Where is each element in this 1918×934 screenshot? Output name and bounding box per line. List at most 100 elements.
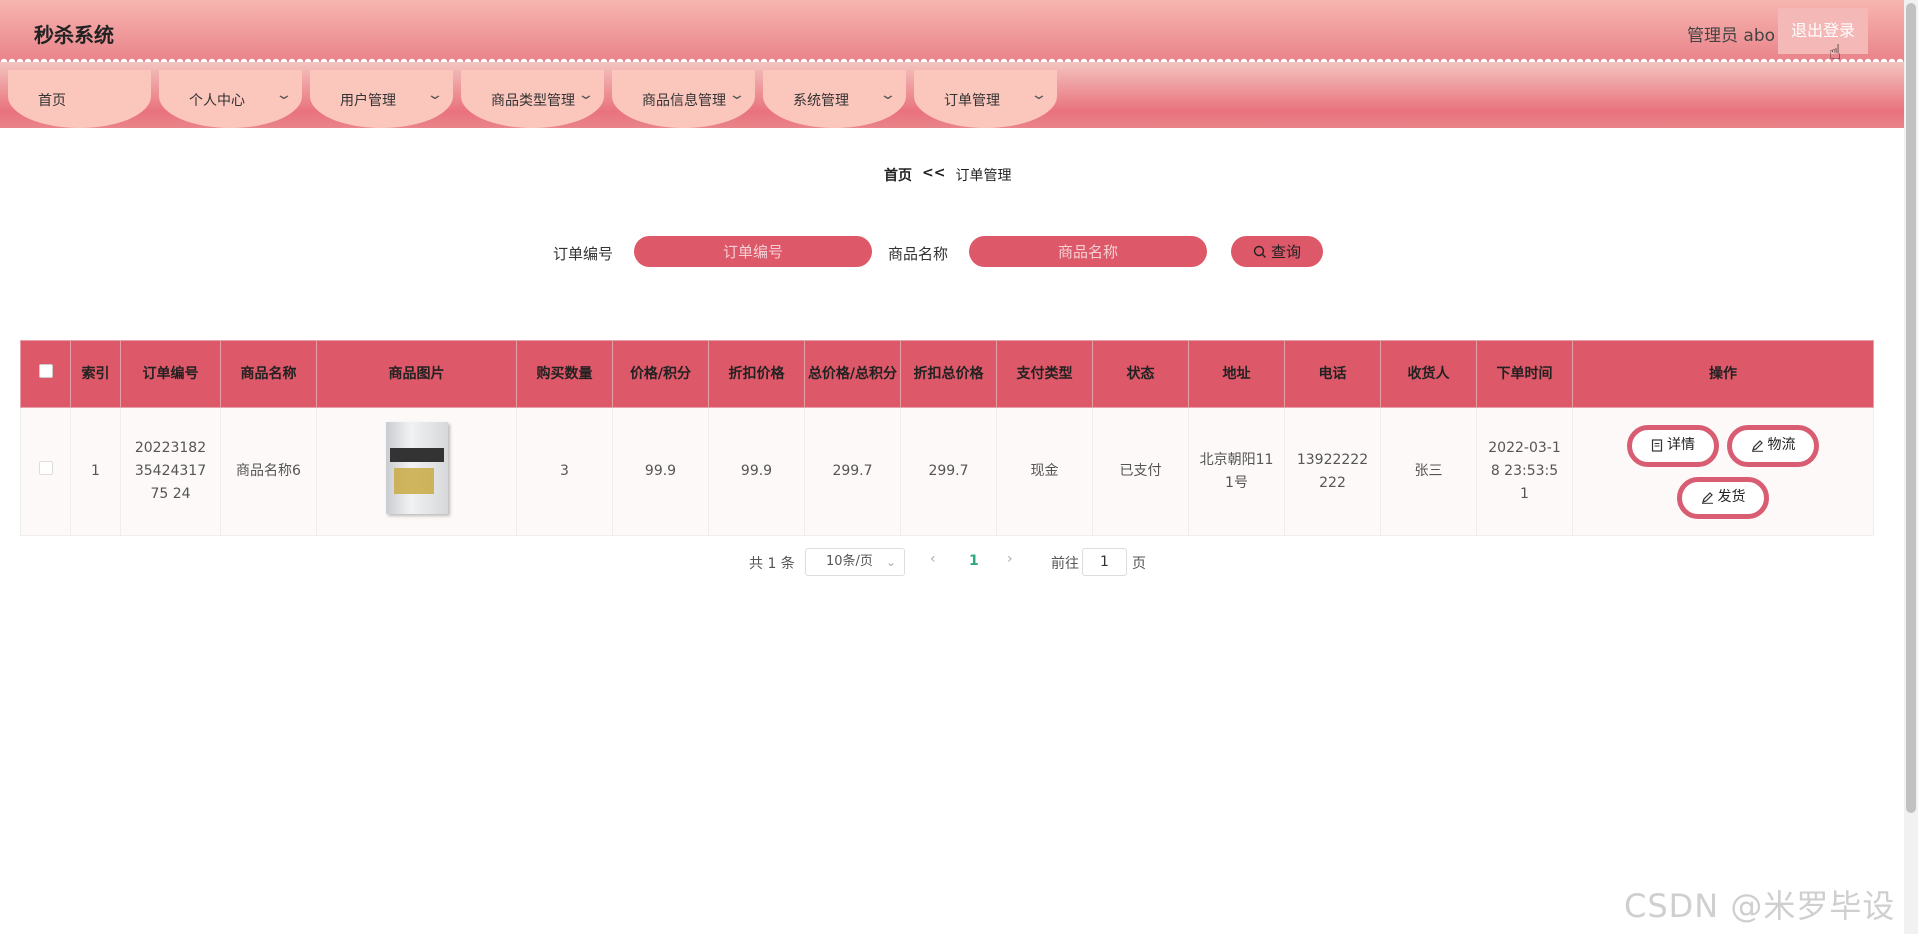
logistics-button[interactable]: 物流 [1727, 424, 1819, 467]
query-button-label: 查询 [1270, 243, 1301, 261]
column-header: 下单时间 [1476, 340, 1573, 408]
table-header-row: 索引 订单编号 商品名称 商品图片 购买数量 价格/积分 折扣价格 总价格/总积… [20, 340, 1874, 408]
column-header: 折扣价格 [708, 340, 805, 408]
scrollbar-thumb[interactable] [1906, 3, 1916, 813]
nav-item-label: 商品信息管理 [642, 93, 726, 109]
select-all-cell [20, 340, 71, 408]
detail-button[interactable]: 详情 [1627, 424, 1719, 467]
detail-button-label: 详情 [1667, 437, 1695, 453]
nav-item-label: 系统管理 [793, 93, 849, 109]
goto-page-input[interactable] [1082, 548, 1127, 576]
cell-phone: 13922222222 [1284, 407, 1381, 536]
chevron-down-icon: ⌄ [275, 87, 293, 103]
search-icon [1253, 245, 1266, 258]
column-header: 购买数量 [516, 340, 613, 408]
watermark: CSDN @米罗毕设 [1624, 887, 1896, 925]
breadcrumb-current: 订单管理 [955, 168, 1012, 184]
select-all-checkbox[interactable] [38, 364, 53, 378]
column-header: 地址 [1188, 340, 1285, 408]
next-page-icon[interactable]: › [1007, 551, 1013, 567]
row-actions: 详情 物流 发货 [1623, 424, 1823, 519]
ship-button-label: 发货 [1717, 489, 1746, 505]
table-row: 1 202231823542431775 24 商品名称6 3 99.9 99.… [20, 407, 1874, 536]
nav-item-product-info-management[interactable]: 商品信息管理 ⌄ [612, 70, 755, 128]
nav-item-product-type-management[interactable]: 商品类型管理 ⌄ [461, 70, 604, 128]
breadcrumb-separator: << [922, 165, 946, 181]
app-title: 秒杀系统 [34, 23, 114, 47]
cell-price: 99.9 [612, 407, 709, 536]
row-checkbox[interactable] [38, 461, 53, 475]
order-table: 索引 订单编号 商品名称 商品图片 购买数量 价格/积分 折扣价格 总价格/总积… [20, 340, 1874, 536]
nav-item-user-management[interactable]: 用户管理 ⌄ [310, 70, 453, 128]
page-size-value: 10条/页 [826, 554, 873, 569]
breadcrumb: 首页 << 订单管理 [884, 165, 1011, 185]
cell-total: 299.7 [804, 407, 901, 536]
logout-button[interactable]: 退出登录 [1778, 8, 1868, 54]
product-name-label: 商品名称 [888, 245, 949, 263]
cell-product-image [316, 407, 517, 536]
nav-item-order-management[interactable]: 订单管理 ⌄ [914, 70, 1057, 128]
total-count: 共 1 条 [749, 556, 795, 572]
nav-item-label: 用户管理 [340, 93, 396, 109]
cell-status: 已支付 [1092, 407, 1189, 536]
breadcrumb-home[interactable]: 首页 [884, 165, 912, 185]
order-no-label: 订单编号 [553, 245, 614, 263]
nav-item-system-management[interactable]: 系统管理 ⌄ [763, 70, 906, 128]
chevron-down-icon: ⌄ [1030, 87, 1048, 103]
column-header: 收货人 [1380, 340, 1477, 408]
goto-label: 前往 [1051, 556, 1079, 572]
logistics-button-label: 物流 [1767, 437, 1796, 453]
page-number-current[interactable]: 1 [969, 553, 979, 569]
edit-icon [1751, 440, 1763, 452]
cell-address: 北京朝阳111号 [1188, 407, 1285, 536]
chevron-down-icon: ⌄ [728, 87, 746, 103]
chevron-down-icon: ⌄ [577, 87, 595, 103]
column-header: 商品图片 [316, 340, 517, 408]
main-nav: 首页 个人中心 ⌄ 用户管理 ⌄ 商品类型管理 ⌄ 商品信息管理 ⌄ 系统管理 … [0, 62, 1904, 128]
column-header: 电话 [1284, 340, 1381, 408]
nav-item-home[interactable]: 首页 [8, 70, 151, 128]
nav-item-label: 个人中心 [189, 93, 245, 109]
cell-order-no: 202231823542431775 24 [120, 407, 221, 536]
order-no-input[interactable] [634, 236, 872, 267]
nav-item-personal-center[interactable]: 个人中心 ⌄ [159, 70, 302, 128]
column-header: 订单编号 [120, 340, 221, 408]
cell-order-time: 2022-03-18 23:53:51 [1476, 407, 1573, 536]
column-header: 总价格/总积分 [804, 340, 901, 408]
column-header: 商品名称 [220, 340, 317, 408]
column-header: 支付类型 [996, 340, 1093, 408]
column-header: 索引 [70, 340, 121, 408]
nav-item-label: 订单管理 [944, 93, 1000, 109]
query-button[interactable]: 查询 [1231, 236, 1323, 267]
cell-actions: 详情 物流 发货 [1572, 407, 1874, 536]
pointer-cursor-icon: ☝ [1829, 40, 1842, 64]
prev-page-icon[interactable]: ‹ [930, 551, 936, 567]
cell-product-name: 商品名称6 [220, 407, 317, 536]
nav-item-label: 首页 [38, 93, 66, 109]
product-name-input[interactable] [969, 236, 1207, 267]
chevron-down-icon: ⌄ [885, 555, 896, 569]
cell-receiver: 张三 [1380, 407, 1477, 536]
row-select-cell [20, 407, 71, 536]
page-size-select[interactable]: 10条/页 ⌄ [805, 548, 905, 576]
column-header: 折扣总价格 [900, 340, 997, 408]
column-header: 操作 [1572, 340, 1874, 408]
column-header: 状态 [1092, 340, 1189, 408]
edit-icon [1701, 492, 1713, 504]
vertical-scrollbar[interactable] [1904, 0, 1918, 934]
cell-discount-price: 99.9 [708, 407, 805, 536]
cell-pay-type: 现金 [996, 407, 1093, 536]
nav-item-label: 商品类型管理 [491, 93, 575, 109]
chevron-down-icon: ⌄ [879, 87, 897, 103]
current-user: 管理员 abo [1687, 26, 1776, 46]
pagination: 共 1 条 10条/页 ⌄ ‹ 1 › 前往 页 [0, 548, 1918, 576]
ship-button[interactable]: 发货 [1677, 476, 1769, 519]
column-header: 价格/积分 [612, 340, 709, 408]
top-header: 秒杀系统 管理员 abo 退出登录 ☝ [0, 0, 1904, 66]
chevron-down-icon: ⌄ [426, 87, 444, 103]
cell-discount-total: 299.7 [900, 407, 997, 536]
document-icon [1651, 439, 1663, 452]
cell-quantity: 3 [516, 407, 613, 536]
product-image [376, 418, 458, 518]
page-suffix-label: 页 [1132, 556, 1146, 572]
